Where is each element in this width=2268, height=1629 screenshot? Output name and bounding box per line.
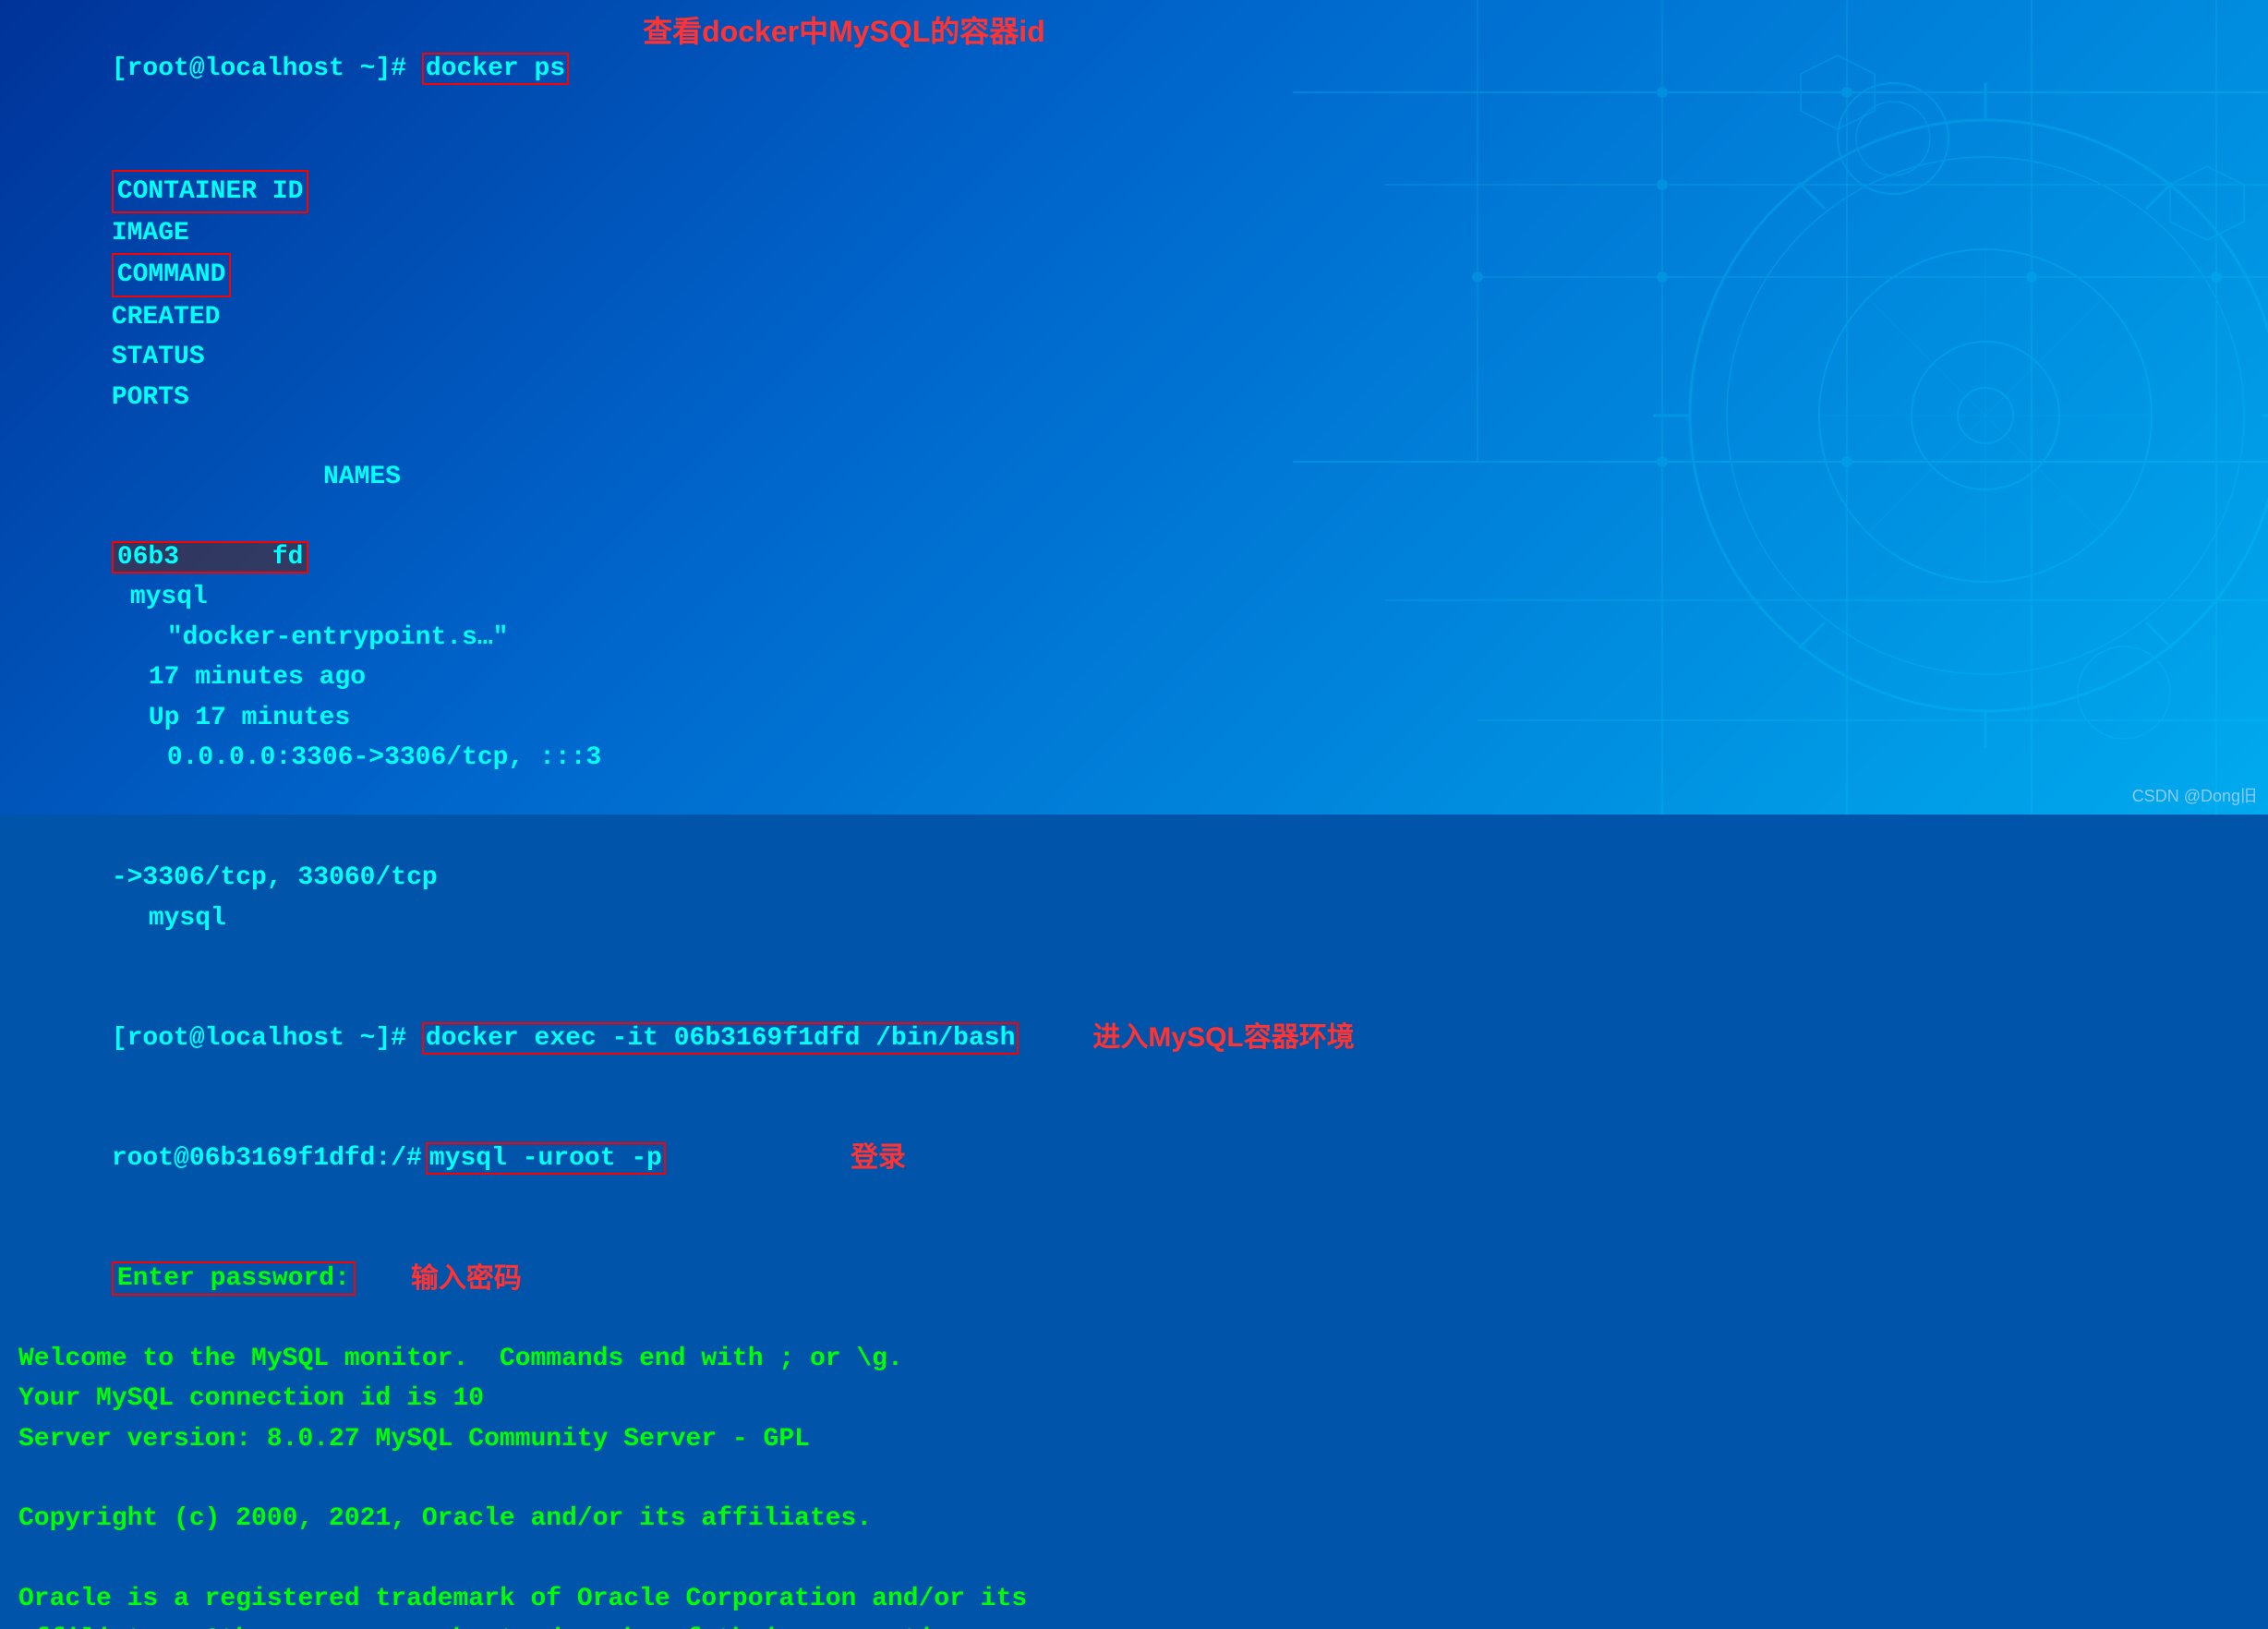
exec-cmd-row: [root@localhost ~]# docker exec -it 06b3… bbox=[18, 978, 2250, 1098]
annotation-title: 查看docker中MySQL的容器id bbox=[643, 9, 1045, 55]
welcome-line: Welcome to the MySQL monitor. Commands e… bbox=[18, 1339, 2250, 1379]
empty-line-2 bbox=[18, 1539, 2250, 1579]
image-header: IMAGE bbox=[112, 219, 189, 247]
names-header-row: NAMES bbox=[18, 457, 2250, 497]
affiliates-line: affiliates. Other names may be trademark… bbox=[18, 1620, 2250, 1629]
copyright-row: Copyright (c) 2000, 2021, Oracle and/or … bbox=[18, 1499, 2250, 1538]
container-name: mysql bbox=[149, 904, 226, 933]
enter-password-prompt: Enter password: bbox=[112, 1261, 356, 1296]
welcome-row: Welcome to the MySQL monitor. Commands e… bbox=[18, 1339, 2250, 1379]
docker-exec-cmd: docker exec -it 06b3169f1dfd /bin/bash bbox=[422, 1022, 1019, 1055]
annotation-login: 登录 bbox=[850, 1137, 906, 1180]
command-value: "docker-entrypoint.s…" bbox=[167, 623, 509, 652]
created-value: 17 minutes ago bbox=[149, 663, 366, 692]
exec-line: [root@localhost ~]# docker exec -it 06b3… bbox=[18, 978, 1019, 1098]
copyright-line: Copyright (c) 2000, 2021, Oracle and/or … bbox=[18, 1499, 2250, 1538]
status-header: STATUS bbox=[112, 343, 205, 371]
mysql-line: root@06b3169f1dfd:/#mysql -uroot -p bbox=[18, 1099, 666, 1219]
server-version-row: Server version: 8.0.27 MySQL Community S… bbox=[18, 1419, 2250, 1459]
annotation-enter-container: 进入MySQL容器环境 bbox=[1092, 1017, 1354, 1060]
affiliates-row: affiliates. Other names may be trademark… bbox=[18, 1620, 2250, 1629]
empty-line-1 bbox=[18, 1459, 2250, 1499]
terminal-window: [root@localhost ~]# docker ps 查看docker中M… bbox=[0, 0, 2268, 814]
oracle-trademark-row: Oracle is a registered trademark of Orac… bbox=[18, 1579, 2250, 1619]
table-header-row: CONTAINER ID IMAGE COMMAND CREATED STATU… bbox=[18, 129, 2250, 457]
created-header: CREATED bbox=[112, 303, 221, 332]
container-data-row: 06b3169f1dfd mysql "docker-entrypoint.s…… bbox=[18, 498, 2250, 818]
names-header: NAMES bbox=[18, 457, 2250, 497]
csdn-watermark: CSDN @Dong旧 bbox=[2132, 783, 2257, 807]
ports-cont: ->3306/tcp, 33060/tcp mysql bbox=[18, 818, 2250, 979]
ports-continuation-row: ->3306/tcp, 33060/tcp mysql bbox=[18, 818, 2250, 979]
status-value: Up 17 minutes bbox=[149, 704, 350, 732]
mysql-login-cmd: mysql -uroot -p bbox=[426, 1142, 666, 1175]
empty-row-2 bbox=[18, 1539, 2250, 1579]
container-id-value: 06b3169f1dfd bbox=[112, 541, 309, 573]
container-id-header: CONTAINER ID bbox=[112, 170, 309, 213]
connection-id-row: Your MySQL connection id is 10 bbox=[18, 1379, 2250, 1418]
enter-pwd-line: Enter password: bbox=[18, 1219, 356, 1339]
data-line: 06b3169f1dfd mysql "docker-entrypoint.s…… bbox=[18, 498, 601, 818]
command-header: COMMAND bbox=[112, 253, 232, 296]
header-line: CONTAINER ID IMAGE COMMAND CREATED STATU… bbox=[18, 129, 478, 457]
ports-value: 0.0.0.0:3306->3306/tcp, :::3 bbox=[167, 743, 601, 772]
server-version-line: Server version: 8.0.27 MySQL Community S… bbox=[18, 1419, 2250, 1459]
annotation-input-pwd: 输入密码 bbox=[411, 1258, 522, 1301]
empty-row-1 bbox=[18, 1459, 2250, 1499]
oracle-line: Oracle is a registered trademark of Orac… bbox=[18, 1579, 2250, 1619]
ports-header: PORTS bbox=[112, 383, 189, 412]
enter-password-row: Enter password: 输入密码 bbox=[18, 1219, 2250, 1339]
mysql-cmd-row: root@06b3169f1dfd:/#mysql -uroot -p 登录 bbox=[18, 1099, 2250, 1219]
connection-id-line: Your MySQL connection id is 10 bbox=[18, 1379, 2250, 1418]
line1-prompt: [root@localhost ~]# docker ps bbox=[18, 9, 569, 129]
docker-ps-cmd: docker ps bbox=[422, 53, 569, 85]
image-value: mysql bbox=[130, 583, 208, 611]
